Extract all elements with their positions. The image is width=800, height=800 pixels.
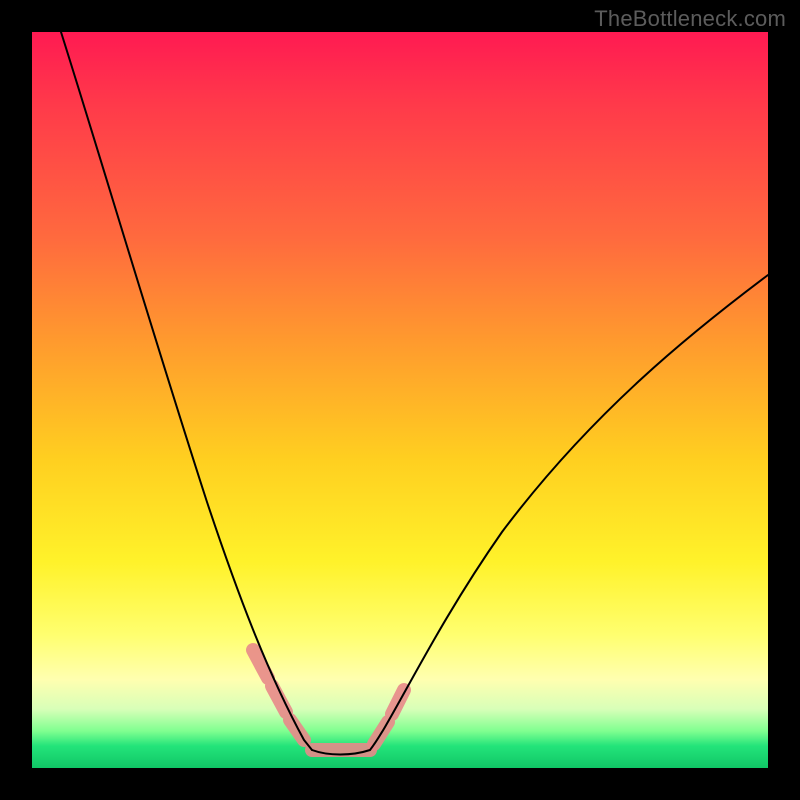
watermark-text: TheBottleneck.com	[594, 6, 786, 32]
curves-svg	[32, 32, 768, 768]
outer-frame: TheBottleneck.com	[0, 0, 800, 800]
right-curve	[370, 275, 768, 750]
left-curve	[61, 32, 312, 750]
plot-area	[32, 32, 768, 768]
